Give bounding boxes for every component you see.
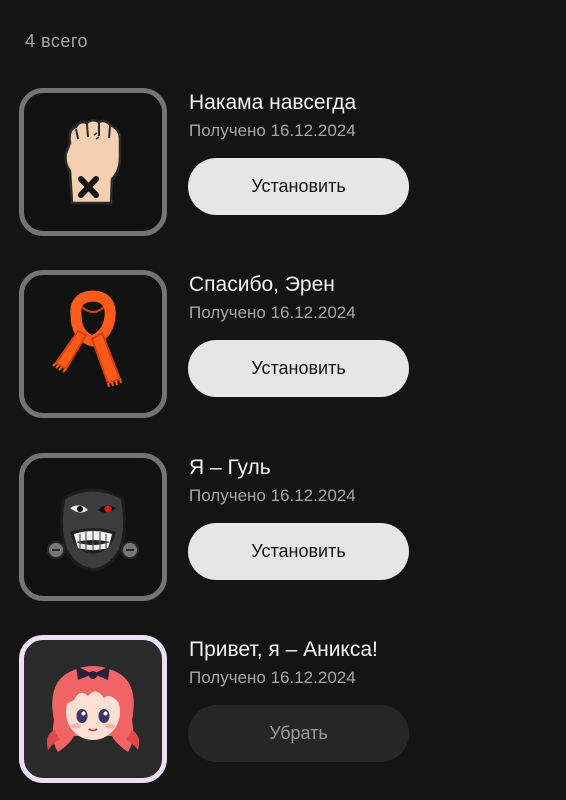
item-received-date: Получено 16.12.2024	[189, 303, 356, 322]
item-title: Привет, я – Аникса!	[189, 638, 378, 661]
avatar-frame[interactable]	[19, 88, 167, 236]
avatar-frame[interactable]	[19, 453, 167, 601]
avatar-frame[interactable]	[19, 270, 167, 418]
anime-girl-avatar-icon	[46, 666, 140, 752]
list-item-aniksa: Привет, я – Аникса! Получено 16.12.2024 …	[0, 635, 566, 785]
item-title: Накама навсегда	[189, 91, 357, 114]
remove-button[interactable]: Убрать	[188, 705, 409, 762]
count-label: 4 всего	[25, 31, 89, 51]
orange-scarf-icon	[52, 290, 122, 388]
list-item-nakama: Накама навсегда Получено 16.12.2024 Уста…	[0, 88, 566, 238]
list-item-ghoul: Я – Гуль Получено 16.12.2024 Установить	[0, 453, 566, 603]
item-received-date: Получено 16.12.2024	[189, 668, 356, 687]
ghoul-mask-icon	[47, 488, 139, 572]
install-button[interactable]: Установить	[188, 523, 409, 580]
install-button[interactable]: Установить	[188, 340, 409, 397]
list-item-eren: Спасибо, Эрен Получено 16.12.2024 Устано…	[0, 270, 566, 420]
item-received-date: Получено 16.12.2024	[189, 486, 356, 505]
raised-fist-icon	[64, 119, 122, 205]
item-title: Спасибо, Эрен	[189, 273, 335, 296]
item-received-date: Получено 16.12.2024	[189, 121, 356, 140]
item-title: Я – Гуль	[189, 456, 271, 479]
avatar-frame-selected[interactable]	[19, 635, 167, 783]
install-button[interactable]: Установить	[188, 158, 409, 215]
